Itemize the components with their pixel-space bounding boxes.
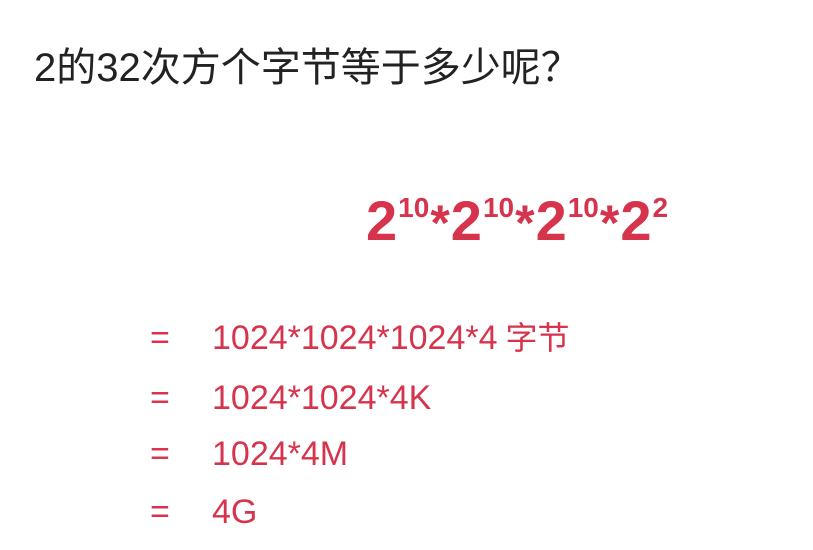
formula-operator: * [599, 195, 620, 251]
formula-term: 210* [366, 186, 451, 258]
formula-term: 210* [451, 186, 536, 258]
equals-sign: = [150, 379, 170, 417]
formula-exponent: 10 [398, 192, 430, 223]
equals-sign: = [150, 319, 170, 357]
formula-term: 22 [620, 186, 668, 256]
formula-base: 2 [620, 189, 652, 252]
formula-base: 2 [450, 189, 482, 252]
equation-unit: 字节 [505, 320, 570, 356]
equation-value: 1024*1024*4K [212, 379, 432, 417]
formula-exponent: 10 [482, 192, 515, 223]
power-formula: 210*210*210*22 [366, 186, 668, 256]
equation-line: = 1024*1024*4K [150, 376, 431, 420]
formula-operator: * [515, 195, 535, 251]
slide: 2的32次方个字节等于多少呢？ 210*210*210*22 = 1024*102… [0, 0, 813, 550]
formula-base: 2 [535, 189, 567, 252]
equation-line: = 1024*1024*1024*4 字节 [150, 316, 570, 360]
equation-value: 1024*4M [212, 435, 349, 473]
formula-term: 210* [536, 186, 621, 258]
formula-exponent: 2 [652, 192, 669, 223]
equation-value: 4G [212, 493, 258, 531]
equals-sign: = [150, 435, 170, 473]
formula-base: 2 [366, 189, 398, 252]
equation-line: = 1024*4M [150, 432, 348, 476]
equation-value: 1024*1024*1024*4 [212, 319, 498, 357]
equals-sign: = [150, 493, 170, 531]
formula-operator: * [430, 195, 450, 251]
equation-line: = 4G [150, 490, 257, 534]
formula-exponent: 10 [567, 192, 599, 223]
slide-title: 2的32次方个字节等于多少呢？ [34, 46, 581, 90]
